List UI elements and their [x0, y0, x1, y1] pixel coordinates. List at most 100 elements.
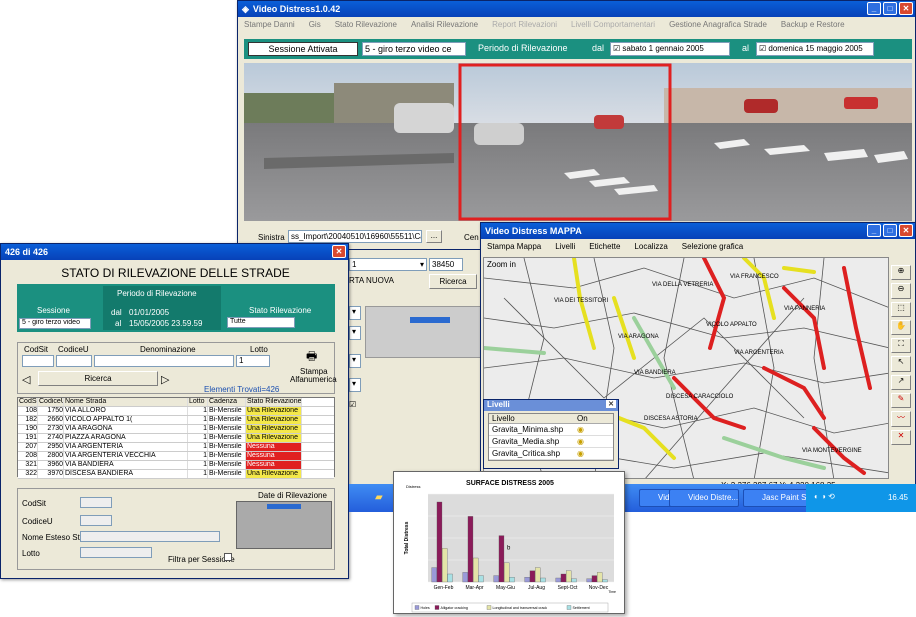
map-menu-item-1[interactable]: Livelli [555, 242, 575, 251]
stampa-label-2[interactable]: Alfanumerica [290, 375, 337, 384]
mid-select-3[interactable]: ▾ [349, 354, 361, 368]
filtra-checkbox[interactable] [224, 553, 232, 561]
layer-toggle-icon[interactable]: ◉ [577, 437, 591, 446]
menu-item-2[interactable]: Stato Rilevazione [335, 20, 397, 29]
column-header[interactable]: Cadenza [208, 398, 246, 406]
column-header[interactable]: CodSit [18, 398, 38, 406]
lotto-input[interactable]: 1 [236, 355, 270, 367]
table-row[interactable]: 182 2660 VICOLO APPALTO 1(1 Bi-Mensile Una R… [18, 416, 334, 425]
menu-item-5[interactable]: Livelli Comportamentari [571, 20, 655, 29]
detail-lotto-field[interactable] [80, 547, 152, 558]
layer-toggle-icon[interactable]: ◉ [577, 449, 591, 458]
sinistra-path-field[interactable]: ss_Import\20040510\16960\55511\Cam_1 [288, 230, 422, 243]
date-to-picker[interactable]: ☑ domenica 15 maggio 2005 [756, 42, 874, 56]
table-row[interactable]: 190 2730 VIA ARAGONA 1 Bi-Mensile Una Rilevaz… [18, 425, 334, 434]
session-select[interactable]: 5 - giro terzo video ce [362, 42, 466, 56]
map-menu-item-2[interactable]: Etichette [589, 242, 620, 251]
maximize-icon[interactable]: □ [883, 2, 897, 15]
zoom-in-icon[interactable]: ⊕ [891, 265, 911, 281]
main-titlebar[interactable]: ◈ Video Distress1.0.42 _ □ ✕ [238, 1, 915, 17]
stato-select[interactable]: Tutte [227, 317, 295, 328]
delete-x-icon[interactable]: ✕ [891, 429, 911, 445]
minimize-icon[interactable]: _ [867, 224, 881, 237]
table-row[interactable]: 108 1750 VIA ALLORO 1 Bi-Mensile Una Rilevazi… [18, 407, 334, 416]
scroll-right-icon[interactable]: ▷ [161, 373, 169, 386]
date-from-checkbox-icon[interactable]: ☑ [613, 44, 622, 53]
close-icon[interactable]: ✕ [899, 2, 913, 15]
bar-4-2 [566, 570, 572, 583]
profile-graph-icon[interactable]: 〰 [891, 411, 911, 427]
folder-icon[interactable]: ▰ [375, 492, 383, 503]
detail-codiceu-field[interactable] [80, 515, 112, 526]
table-row[interactable]: 321 3960 VIA BANDIERA 1 Bi-Mensile Nessuna [18, 461, 334, 470]
menu-item-6[interactable]: Gestione Anagrafica Strade [669, 20, 767, 29]
mid-select-2[interactable]: ▾ [349, 326, 361, 340]
select-arrow-2-icon[interactable]: ↗ [891, 374, 911, 391]
mid-number-field[interactable]: 38450 [429, 258, 463, 271]
map-menu-item-3[interactable]: Localizza [634, 242, 667, 251]
maximize-icon[interactable]: □ [883, 224, 897, 237]
column-header[interactable]: CodiceU [38, 398, 64, 406]
date-to-checkbox-icon[interactable]: ☑ [759, 44, 768, 53]
close-icon[interactable]: ✕ [899, 224, 913, 237]
zoom-box-icon[interactable]: ⬚ [891, 301, 911, 317]
select-arrow-icon[interactable]: ↖ [891, 356, 911, 372]
codsit-input[interactable] [22, 355, 54, 367]
list-item[interactable]: Gravita_Critica.shp ◉ [489, 448, 613, 460]
zoom-out-icon[interactable]: ⊖ [891, 283, 911, 299]
grid-header: CodSit CodiceU Nome Strada Lotto Cadenza Stat… [18, 398, 334, 407]
detail-nome-field[interactable] [80, 531, 220, 542]
mid-select-4[interactable]: ▾ [349, 378, 361, 392]
menu-item-4[interactable]: Report Rilevazioni [492, 20, 557, 29]
map-street-label-10: VIA FRANCESCO [730, 274, 779, 280]
layer-toggle-icon[interactable]: ◉ [577, 425, 591, 434]
close-icon[interactable]: ✕ [332, 245, 346, 258]
menu-item-3[interactable]: Analisi Rilevazione [411, 20, 478, 29]
denominazione-input[interactable] [94, 355, 234, 367]
mid-select-1[interactable]: ▾ [349, 306, 361, 320]
date-rilevazione-list[interactable] [236, 501, 332, 549]
map-titlebar[interactable]: Video Distress MAPPA _ □ ✕ [481, 223, 915, 239]
close-icon[interactable]: ✕ [606, 400, 616, 408]
codiceu-input[interactable] [56, 355, 92, 367]
minimize-icon[interactable]: _ [867, 2, 881, 15]
detail-codsit-field[interactable] [80, 497, 112, 508]
mid-combo[interactable]: 1 ▾ [349, 258, 427, 271]
column-header[interactable]: Nome Strada [64, 398, 188, 406]
browse-button[interactable]: ... [426, 230, 442, 243]
chevron-down-icon[interactable]: ▾ [420, 259, 424, 270]
scroll-left-icon[interactable]: ◁ [22, 373, 30, 386]
menu-item-7[interactable]: Backup e Restore [781, 20, 845, 29]
mid-checkbox-icon[interactable]: ☑ [349, 400, 356, 409]
table-row[interactable]: 191 2740 PIAZZA ARAGONA 1 Bi-Mensile Una Rile… [18, 434, 334, 443]
zoom-in-label: Zoom in [487, 260, 516, 269]
ricerca-button[interactable]: Ricerca [38, 371, 158, 386]
table-cell: Bi-Mensile [208, 434, 246, 442]
column-header[interactable]: Stato Rilevazione [246, 398, 302, 406]
map-menu-item-4[interactable]: Selezione grafica [682, 242, 743, 251]
list-item[interactable]: Gravita_Media.shp ◉ [489, 436, 613, 448]
list-item[interactable]: Gravita_Minima.shp ◉ [489, 424, 613, 436]
draw-pen-icon[interactable]: ✎ [891, 393, 911, 409]
table-row[interactable]: 208 2800 VIA ARGENTERIA VECCHIA 1 Bi-Mensile… [18, 452, 334, 461]
dal-value: 01/01/2005 [129, 308, 170, 317]
table-row[interactable]: 207 2950 VIA ARGENTERIA 1 Bi-Mensile Nessuna [18, 443, 334, 452]
mid-ricerca-button[interactable]: Ricerca [429, 274, 477, 289]
printer-icon[interactable]: 🖶 [306, 347, 317, 368]
column-header[interactable]: Lotto [188, 398, 208, 406]
date-from-picker[interactable]: ☑ sabato 1 gennaio 2005 [610, 42, 730, 56]
sessione-select[interactable]: 5 - giro terzo video [19, 318, 91, 329]
menu-item-1[interactable]: Gis [309, 20, 321, 29]
table-row[interactable]: 322 3970 DISCESA BANDIERA 1 Bi-Mensile Una Ri… [18, 470, 334, 479]
pan-hand-icon[interactable]: ✋ [891, 319, 911, 336]
menu-item-0[interactable]: Stampe Danni [244, 20, 295, 29]
table-cell: 1 [188, 434, 208, 442]
map-menu-item-0[interactable]: Stampa Mappa [487, 242, 541, 251]
livello-col-header[interactable]: Livello [489, 414, 577, 423]
on-col-header[interactable]: On [577, 414, 591, 423]
full-extent-icon[interactable]: ⛶ [891, 338, 911, 354]
taskbar-item-2[interactable]: Video Distre... [669, 489, 739, 507]
table-cell: VIA ARGENTERIA [64, 443, 188, 451]
tray-icons[interactable]: ◐ ◑ ⟲ [814, 492, 835, 501]
stato-titlebar[interactable]: 426 di 426 ✕ [1, 244, 348, 260]
